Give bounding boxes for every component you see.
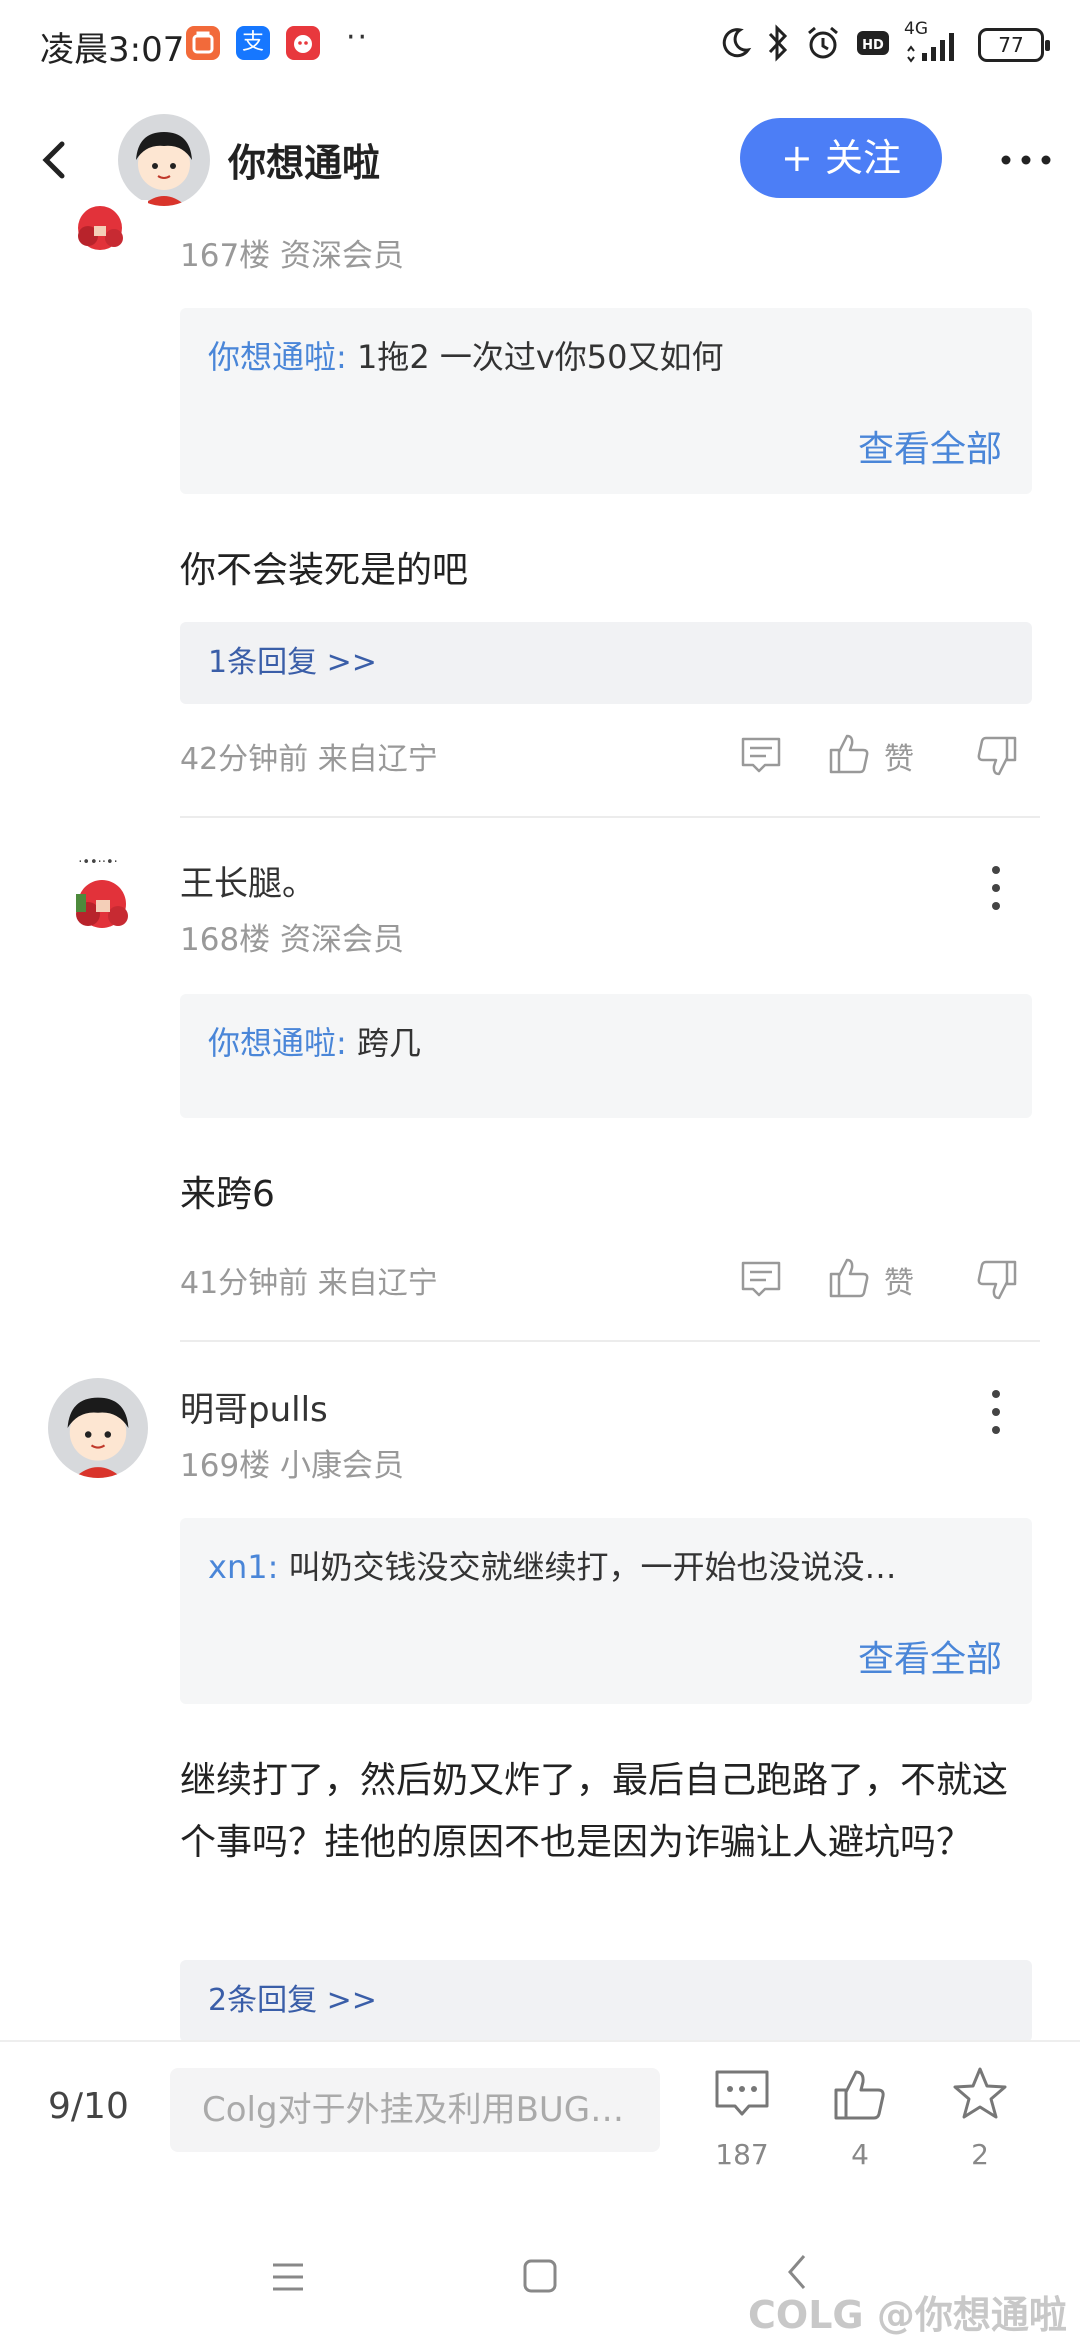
comment-menu-button[interactable]: [984, 1384, 1008, 1440]
comment-icon: [741, 737, 781, 773]
more-vertical-icon: [992, 866, 1000, 910]
menu-nav-button[interactable]: [270, 2260, 306, 2298]
comment-menu-button[interactable]: [984, 860, 1008, 916]
taobao-icon: [186, 26, 220, 60]
thumbs-down-icon: [977, 736, 1017, 776]
top-header: 你想通啦 + 关注: [0, 100, 1080, 220]
comment-time: 42分钟前 来自辽宁: [180, 742, 438, 777]
replies-link[interactable]: 2条回复 >>: [180, 1960, 1032, 2042]
svg-text:·••··•·: ·••··•·: [78, 855, 118, 870]
battery-indicator: 77: [978, 28, 1050, 62]
quote-body: 叫奶交钱没交就继续打，一开始也没说没…: [278, 1548, 897, 1586]
signal-4g-icon: 4G: [904, 19, 964, 65]
like-post-button[interactable]: [830, 2064, 890, 2124]
comment-count: 187: [715, 2138, 769, 2171]
watermark: COLG @你想通啦: [748, 2293, 1067, 2337]
back-button[interactable]: [34, 130, 74, 190]
commenter-avatar[interactable]: [48, 200, 148, 272]
quoted-comment[interactable]: xn1: 叫奶交钱没交就继续打，一开始也没说没… 查看全部: [180, 1518, 1032, 1704]
like-button[interactable]: [826, 730, 872, 776]
like-count: 4: [851, 2138, 869, 2171]
reply-button[interactable]: [738, 1256, 784, 1302]
page-indicator[interactable]: 9/10: [48, 2086, 129, 2127]
hd-icon: HD: [856, 28, 890, 62]
home-square-icon: [523, 2259, 557, 2293]
comment-divider: [180, 1340, 1040, 1342]
view-all-link[interactable]: 查看全部: [858, 420, 1002, 472]
quote-text: 你想通啦: 1拖2 一次过v你50又如何: [208, 332, 724, 378]
comment-body: 你不会装死是的吧: [180, 550, 469, 591]
view-all-link[interactable]: 查看全部: [858, 1630, 1002, 1682]
comment-input[interactable]: Colg对于外挂及利用BUG…: [170, 2068, 660, 2152]
status-more-dots: ··: [346, 20, 370, 55]
quote-user[interactable]: 你想通啦:: [208, 1024, 347, 1062]
commenter-name[interactable]: 王长腿。: [180, 856, 316, 905]
follow-button[interactable]: + 关注: [740, 118, 942, 198]
menu-icon: [273, 2263, 303, 2291]
commenter-avatar[interactable]: [48, 1378, 148, 1478]
alipay-icon: 支: [236, 26, 270, 60]
bluetooth-icon: [766, 24, 790, 66]
author-name[interactable]: 你想通啦: [228, 132, 380, 187]
dislike-button[interactable]: [974, 1258, 1020, 1304]
thumbs-up-icon: [834, 2070, 885, 2120]
status-bar: 凌晨3:07 支 ·· HD 4G 77: [0, 0, 1080, 90]
thumbs-up-icon: [829, 1258, 869, 1298]
commenter-name[interactable]: 明哥pulls: [180, 1382, 328, 1431]
comment-floor: 167楼 资深会员: [180, 238, 405, 274]
reply-button[interactable]: [738, 732, 784, 778]
quote-text: xn1: 叫奶交钱没交就继续打，一开始也没说没…: [208, 1542, 897, 1588]
status-time: 凌晨3:07: [40, 30, 185, 70]
home-nav-button[interactable]: [522, 2258, 558, 2298]
comment-body: 继续打了，然后奶又炸了，最后自己跑路了，不就这个事吗？挂他的原因不也是因为诈骗让…: [180, 1760, 1009, 1863]
alarm-icon: [804, 24, 842, 66]
comment-icon: [715, 2070, 769, 2116]
chevron-left-icon: [42, 141, 65, 179]
comments-button[interactable]: [712, 2064, 772, 2124]
quote-user[interactable]: 你想通啦:: [208, 338, 347, 376]
bottom-action-bar: 9/10 Colg对于外挂及利用BUG… 187 4 2: [0, 2040, 1080, 2220]
system-nav-bar: COLG @你想通啦: [0, 2220, 1080, 2340]
quote-body: 1拖2 一次过v你50又如何: [346, 338, 724, 376]
more-horizontal-icon: [1001, 155, 1051, 165]
svg-text:HD: HD: [862, 38, 884, 53]
favorite-button[interactable]: [950, 2064, 1010, 2124]
favorite-count: 2: [971, 2138, 989, 2171]
like-label[interactable]: 赞: [884, 1258, 914, 1302]
quote-user[interactable]: xn1:: [208, 1548, 278, 1586]
comment-icon: [741, 1261, 781, 1297]
author-avatar[interactable]: [118, 114, 210, 206]
more-options-button[interactable]: [998, 140, 1054, 180]
comment-body: 来跨6: [180, 1174, 275, 1215]
like-button[interactable]: [826, 1254, 872, 1300]
comment-time: 41分钟前 来自辽宁: [180, 1266, 438, 1301]
thumbs-up-icon: [829, 734, 869, 774]
more-vertical-icon: [992, 1390, 1000, 1434]
thumbs-down-icon: [977, 1260, 1017, 1300]
comment-floor: 168楼 资深会员: [180, 922, 405, 958]
replies-link[interactable]: 1条回复 >>: [180, 622, 1032, 704]
commenter-avatar[interactable]: ·••··•·: [48, 852, 148, 952]
dislike-button[interactable]: [974, 734, 1020, 780]
quote-body: 跨几: [346, 1024, 421, 1062]
quoted-comment[interactable]: 你想通啦: 1拖2 一次过v你50又如何 查看全部: [180, 308, 1032, 494]
pinduoduo-icon: [286, 26, 320, 60]
star-icon: [953, 2067, 1007, 2119]
like-label[interactable]: 赞: [884, 734, 914, 778]
moon-icon: [718, 26, 752, 64]
quoted-comment[interactable]: 你想通啦: 跨几: [180, 994, 1032, 1118]
quote-text: 你想通啦: 跨几: [208, 1018, 421, 1064]
comment-floor: 169楼 小康会员: [180, 1448, 405, 1484]
comment-divider: [180, 816, 1040, 818]
